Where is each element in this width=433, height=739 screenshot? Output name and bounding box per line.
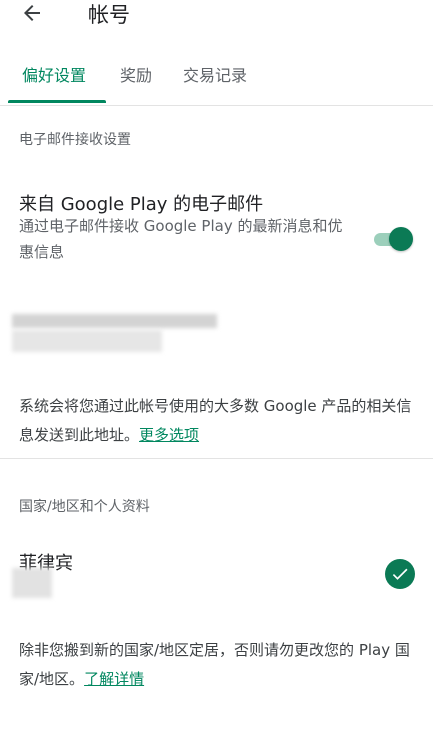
country-info-text: 除非您搬到新的国家/地区定居，否则请勿更改您的 Play 国家/地区。了解详情 — [19, 636, 414, 694]
tab-divider — [0, 105, 433, 106]
app-bar: 帐号 — [0, 0, 433, 38]
tab-rewards[interactable]: 奖励 — [120, 56, 152, 96]
account-page: 帐号 偏好设置 奖励 交易记录 电子邮件接收设置 来自 Google Play … — [0, 0, 433, 739]
email-section-header: 电子邮件接收设置 — [19, 132, 131, 148]
more-options-link[interactable]: 更多选项 — [139, 426, 199, 444]
check-circle-icon — [385, 559, 415, 589]
tab-transactions[interactable]: 交易记录 — [183, 56, 247, 96]
arrow-left-icon — [20, 1, 44, 29]
email-setting-subtitle: 通过电子邮件接收 Google Play 的最新消息和优惠信息 — [19, 217, 343, 261]
redacted-email — [12, 314, 217, 328]
back-button[interactable] — [16, 0, 48, 30]
tab-bar: 偏好设置 奖励 交易记录 — [0, 56, 433, 106]
email-info-text: 系统会将您通过此帐号使用的大多数 Google 产品的相关信息发送到此地址。更多… — [19, 392, 414, 450]
redacted-email-line2 — [12, 330, 162, 352]
country-section-header: 国家/地区和个人资料 — [19, 499, 150, 515]
learn-more-link[interactable]: 了解详情 — [84, 670, 144, 688]
active-tab-indicator — [8, 100, 106, 103]
country-info-body: 除非您搬到新的国家/地区定居，否则请勿更改您的 Play 国家/地区。 — [19, 641, 410, 688]
section-divider — [0, 458, 433, 459]
tab-preferences[interactable]: 偏好设置 — [22, 56, 86, 96]
email-toggle-switch[interactable] — [372, 226, 414, 252]
page-title: 帐号 — [88, 3, 130, 27]
email-info-body: 系统会将您通过此帐号使用的大多数 Google 产品的相关信息发送到此地址。 — [19, 397, 412, 444]
redacted-profile — [12, 568, 52, 598]
switch-thumb — [389, 227, 413, 251]
